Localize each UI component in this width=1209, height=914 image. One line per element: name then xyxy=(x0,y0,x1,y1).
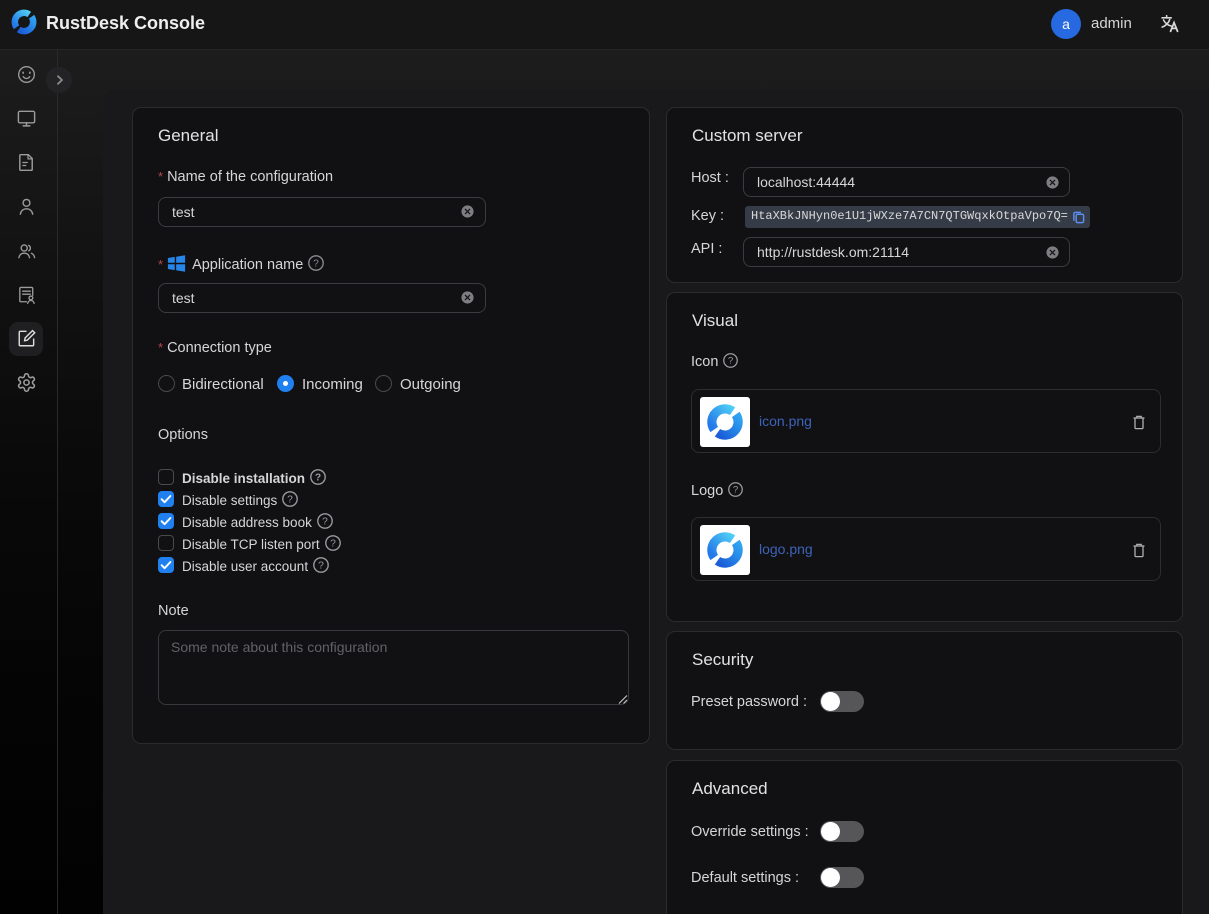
svg-text:?: ? xyxy=(287,494,293,505)
svg-text:?: ? xyxy=(733,485,738,496)
svg-text:?: ? xyxy=(330,538,336,549)
svg-text:?: ? xyxy=(318,560,324,571)
svg-text:?: ? xyxy=(728,356,733,367)
svg-text:?: ? xyxy=(322,516,328,527)
svg-text:?: ? xyxy=(313,258,319,269)
svg-text:?: ? xyxy=(315,472,321,483)
